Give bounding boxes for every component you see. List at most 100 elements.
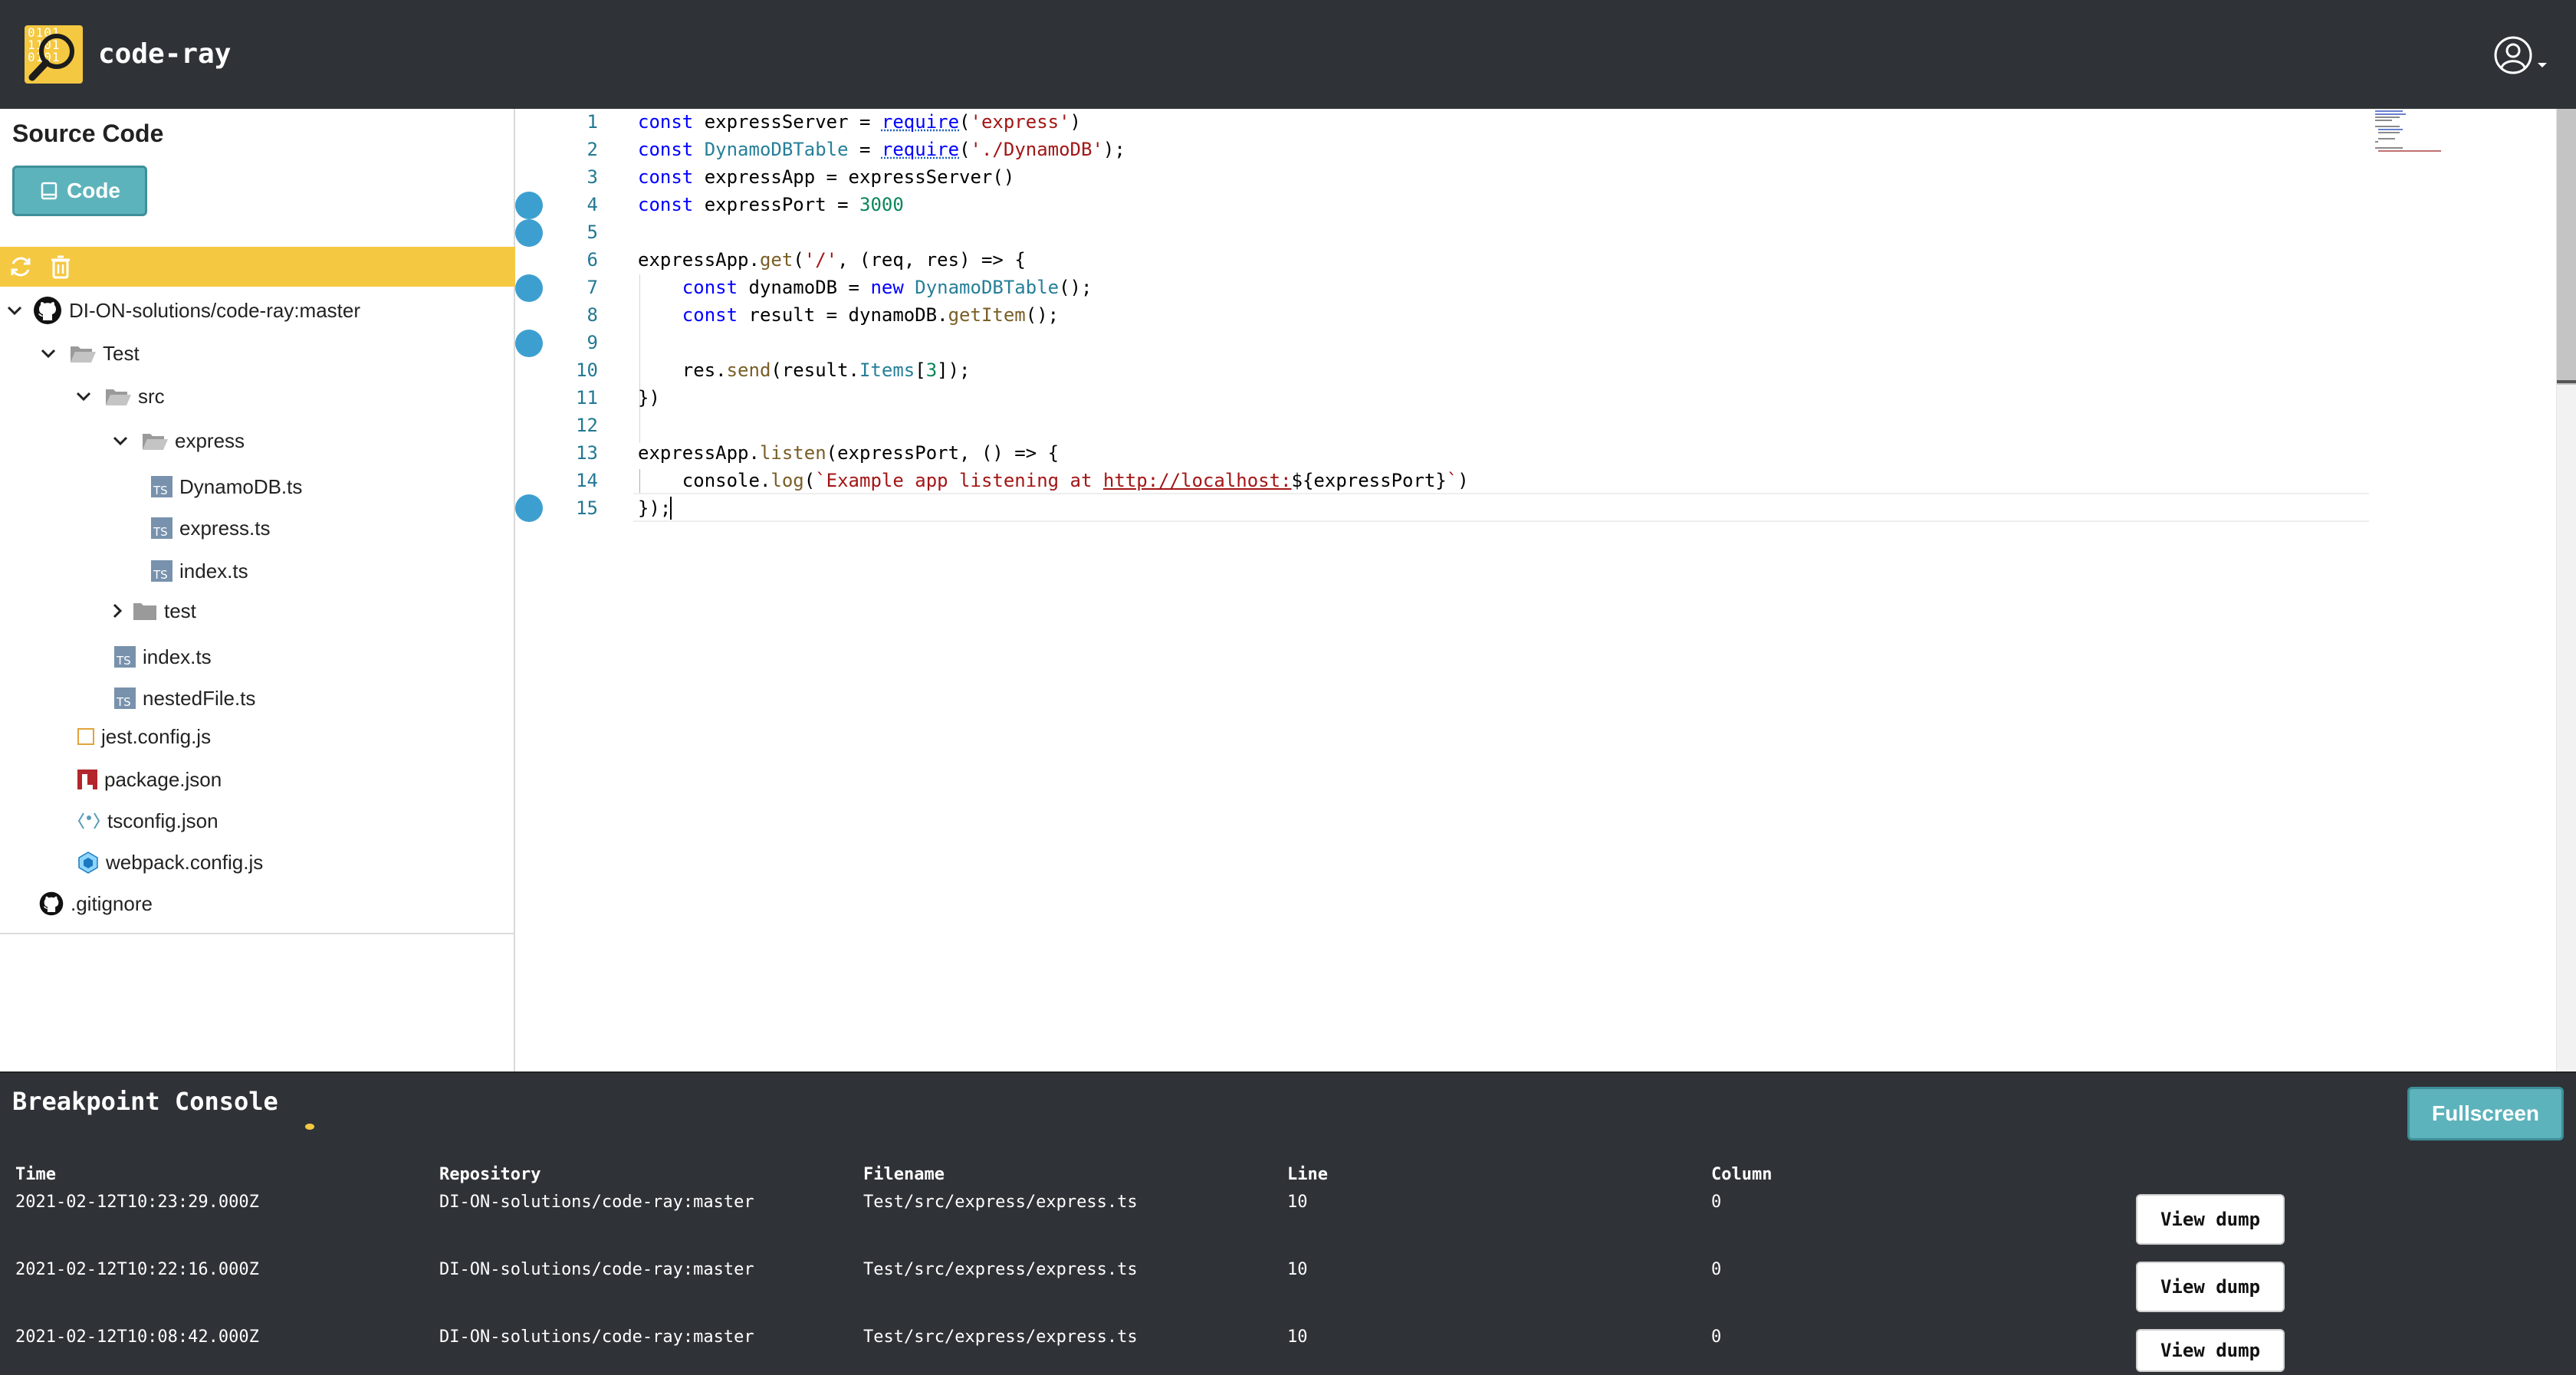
line-number[interactable]: 14	[543, 470, 598, 491]
code-line[interactable]: const result = dynamoDB.getItem();	[638, 304, 1059, 326]
fullscreen-button[interactable]: Fullscreen	[2407, 1087, 2564, 1140]
typescript-file-icon: TS	[114, 646, 136, 668]
breakpoint-console: Breakpoint Console Fullscreen Time Repos…	[0, 1071, 2576, 1375]
tree-item-file[interactable]: tsconfig.json	[77, 803, 219, 838]
cell-filename: Test/src/express/express.ts	[863, 1260, 1138, 1279]
code-line[interactable]: const DynamoDBTable = require('./DynamoD…	[638, 139, 1125, 160]
column-header-filename[interactable]: Filename	[863, 1165, 945, 1184]
tree-divider	[0, 933, 514, 934]
code-line[interactable]: const expressPort = 3000	[638, 194, 904, 215]
line-number[interactable]: 11	[543, 387, 598, 409]
tree-item-file[interactable]: .gitignore	[38, 886, 153, 921]
code-line[interactable]: const expressServer = require('express')	[638, 111, 1081, 133]
column-header-repository[interactable]: Repository	[439, 1165, 540, 1184]
tree-item-label: jest.config.js	[101, 724, 212, 748]
svg-text:TS: TS	[153, 568, 168, 582]
line-number[interactable]: 5	[543, 222, 598, 243]
console-title: Breakpoint Console	[12, 1087, 278, 1116]
chevron-down-icon[interactable]	[38, 343, 58, 363]
code-button-label: Code	[67, 179, 120, 202]
cell-time: 2021-02-12T10:23:29.000Z	[15, 1193, 259, 1212]
breakpoint-marker[interactable]	[515, 219, 543, 247]
breakpoint-marker[interactable]	[515, 494, 543, 522]
chevron-right-icon[interactable]	[107, 601, 127, 621]
tree-item-file[interactable]: jest.config.js	[77, 719, 211, 754]
tree-item-label: DynamoDB.ts	[179, 474, 303, 498]
account-menu-button[interactable]	[2493, 34, 2555, 80]
code-line[interactable]: })	[638, 387, 660, 409]
editor-scrollbar[interactable]	[2556, 109, 2576, 1071]
line-number[interactable]: 10	[543, 359, 598, 381]
tree-item-file[interactable]: TS nestedFile.ts	[113, 681, 255, 716]
tree-item-folder[interactable]: src	[74, 379, 165, 414]
line-number[interactable]: 3	[543, 166, 598, 188]
line-number[interactable]: 9	[543, 332, 598, 353]
line-number[interactable]: 8	[543, 304, 598, 326]
typescript-file-icon: TS	[151, 476, 172, 497]
svg-text:TS: TS	[153, 484, 168, 497]
tree-item-label: express.ts	[179, 516, 271, 540]
tree-item-file[interactable]: TS index.ts	[150, 553, 248, 589]
line-number[interactable]: 12	[543, 415, 598, 436]
line-number[interactable]: 15	[543, 497, 598, 519]
cell-line: 10	[1287, 1260, 1308, 1279]
column-header-column[interactable]: Column	[1711, 1165, 1772, 1184]
tree-item-file[interactable]: webpack.config.js	[77, 845, 263, 880]
breakpoint-marker[interactable]	[515, 330, 543, 357]
tree-toolbar	[0, 247, 515, 287]
line-number[interactable]: 13	[543, 442, 598, 464]
chevron-down-icon[interactable]	[110, 431, 130, 451]
code-line[interactable]: expressApp.listen(expressPort, () => {	[638, 442, 1059, 464]
tree-item-folder[interactable]: Test	[38, 336, 140, 371]
tree-item-file[interactable]: TS index.ts	[113, 639, 212, 674]
cell-repository: DI-ON-solutions/code-ray:master	[439, 1260, 754, 1279]
code-line[interactable]: expressApp.get('/', (req, res) => {	[638, 249, 1026, 271]
code-line[interactable]: const dynamoDB = new DynamoDBTable();	[638, 277, 1092, 298]
view-dump-button[interactable]: View dump	[2136, 1329, 2285, 1372]
github-icon	[39, 891, 64, 916]
tree-item-folder[interactable]: test	[107, 593, 196, 628]
typescript-file-icon: TS	[151, 560, 172, 582]
jest-file-icon	[77, 728, 94, 745]
breakpoint-marker[interactable]	[515, 192, 543, 219]
tree-item-file[interactable]: package.json	[77, 762, 222, 797]
delete-button[interactable]	[48, 254, 74, 280]
tree-item-repo[interactable]: DI-ON-solutions/code-ray:master	[5, 293, 360, 328]
line-number[interactable]: 1	[543, 111, 598, 133]
line-number[interactable]: 4	[543, 194, 598, 215]
chevron-down-icon[interactable]	[74, 386, 94, 406]
npm-file-icon	[77, 770, 97, 789]
tree-item-label: .gitignore	[71, 891, 153, 915]
tree-item-label: nestedFile.ts	[143, 686, 256, 710]
typescript-file-icon: TS	[151, 517, 172, 539]
code-line[interactable]: });	[638, 497, 671, 519]
line-number[interactable]: 7	[543, 277, 598, 298]
column-header-line[interactable]: Line	[1287, 1165, 1328, 1184]
webpack-file-icon	[78, 852, 98, 874]
breakpoint-marker[interactable]	[515, 274, 543, 302]
cell-line: 10	[1287, 1193, 1308, 1212]
view-dump-button[interactable]: View dump	[2136, 1262, 2285, 1312]
code-minimap[interactable]	[2372, 109, 2556, 155]
scrollbar-thumb[interactable]	[2557, 109, 2576, 385]
refresh-icon	[11, 257, 31, 277]
tree-item-file[interactable]: TS express.ts	[150, 510, 271, 546]
cell-repository: DI-ON-solutions/code-ray:master	[439, 1193, 754, 1212]
code-ray-logo[interactable]: 0101 1101 0101	[25, 25, 83, 84]
refresh-button[interactable]	[8, 254, 34, 280]
view-dump-button[interactable]: View dump	[2136, 1194, 2285, 1245]
cell-time: 2021-02-12T10:08:42.000Z	[15, 1327, 259, 1347]
chevron-down-icon[interactable]	[5, 300, 25, 320]
tree-item-file[interactable]: TS DynamoDB.ts	[150, 469, 302, 504]
svg-text:TS: TS	[116, 695, 131, 709]
code-line[interactable]: const expressApp = expressServer()	[638, 166, 1014, 188]
column-header-time[interactable]: Time	[15, 1165, 56, 1184]
tree-item-folder[interactable]: express	[110, 423, 245, 458]
line-number[interactable]: 6	[543, 249, 598, 271]
code-line[interactable]: res.send(result.Items[3]);	[638, 359, 971, 381]
code-button[interactable]: Code	[12, 166, 147, 216]
code-line[interactable]: console.log(`Example app listening at ht…	[638, 470, 1469, 491]
line-number[interactable]: 2	[543, 139, 598, 160]
tree-item-label: index.ts	[179, 559, 248, 582]
tree-item-label: DI-ON-solutions/code-ray:master	[69, 298, 360, 322]
